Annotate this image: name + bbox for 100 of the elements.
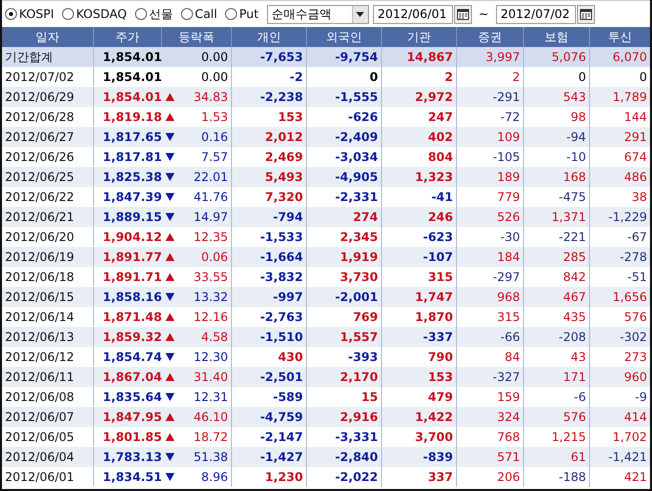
table-cell-text: 6,070 [612, 49, 648, 66]
table-cell: -1,427 [232, 447, 307, 467]
table-cell: 1,323 [382, 167, 457, 187]
table-cell-text: -67 [626, 229, 648, 246]
change-cell: 0.06 [178, 247, 232, 267]
price-cell-text: 1,847.39 [102, 189, 162, 206]
date-cell: 2012/06/12 [2, 347, 94, 366]
price-cell-text: 1,904.12 [102, 229, 162, 246]
change-cell: 8.96 [178, 467, 232, 487]
price-cell-text: 1,817.65 [102, 129, 162, 146]
date-cell: 2012/06/14 [2, 307, 94, 326]
metric-dropdown[interactable]: 순매수금액 [266, 4, 369, 24]
range-separator: ~ [478, 7, 489, 21]
date-cell: 2012/06/27 [2, 127, 94, 146]
radio-button[interactable]: KOSPI [5, 7, 54, 21]
radio-button[interactable]: Put [225, 7, 259, 21]
table-cell: -1,510 [232, 327, 307, 347]
table-cell: -94 [524, 127, 590, 147]
table-cell-text: 674 [623, 149, 648, 166]
table-cell: 171 [524, 367, 590, 387]
calendar-icon [580, 8, 592, 20]
table-cell: 576 [524, 407, 590, 427]
change-cell: 14.97 [178, 207, 232, 227]
date-cell: 2012/06/28 [2, 107, 94, 126]
radio-button[interactable]: 선물 [134, 6, 173, 22]
table-cell: 324 [457, 407, 524, 427]
date-cell: 2012/06/07 [2, 407, 94, 426]
date-cell: 2012/06/01 [2, 467, 94, 486]
table-cell: 189 [457, 167, 524, 187]
date-cell: 2012/06/29 [2, 87, 94, 106]
radio-button[interactable]: KOSDAQ [62, 7, 127, 21]
table-cell-text: 144 [623, 109, 648, 126]
table-cell: 109 [457, 127, 524, 147]
price-cell-text: 1,858.16 [102, 289, 162, 306]
table-cell: 5,076 [524, 47, 590, 67]
price-cell-text: 1,835.64 [102, 389, 162, 406]
date-cell: 2012/06/18 [2, 267, 94, 286]
dropdown-button[interactable] [352, 6, 368, 22]
date-field[interactable]: 2012/06/01 [372, 4, 453, 24]
radio-button[interactable]: Call [180, 7, 218, 21]
date-cell: 2012/06/05 [2, 427, 94, 446]
price-cell-text: 1,801.85 [102, 429, 162, 446]
table-cell: 467 [524, 287, 590, 307]
change-cell: 31.40 [178, 367, 232, 387]
table-cell: -337 [382, 327, 457, 347]
table-cell: -107 [382, 247, 457, 267]
table-cell: -4,905 [307, 167, 382, 187]
date-cell: 2012/06/04 [2, 447, 94, 466]
price-cell-text: 1,817.81 [102, 149, 162, 166]
table-cell: -327 [457, 367, 524, 387]
price-cell-text: 1,847.95 [102, 409, 162, 426]
table-cell: 1,557 [307, 327, 382, 347]
price-cell-text: 1,825.38 [102, 169, 162, 186]
date-cell: 2012/06/21 [2, 207, 94, 226]
table-cell: 184 [457, 247, 524, 267]
date-cell: 2012/06/20 [2, 227, 94, 246]
date-cell: 2012/06/26 [2, 147, 94, 166]
table-cell: 2,170 [307, 367, 382, 387]
table-cell-text: -1,229 [607, 209, 648, 226]
table-cell: 5,493 [232, 167, 307, 187]
change-cell: 4.58 [178, 327, 232, 347]
table-cell: -9,754 [307, 47, 382, 67]
calendar-button[interactable] [454, 4, 472, 24]
price-cell-text: 1,854.01 [102, 69, 162, 86]
table-cell: 2,916 [307, 407, 382, 427]
date-cell: 2012/06/13 [2, 327, 94, 346]
calendar-button[interactable] [576, 4, 595, 24]
table-cell: 14,867 [382, 47, 457, 67]
date-field[interactable]: 2012/07/02 [496, 4, 576, 24]
table-cell: -839 [382, 447, 457, 467]
table-cell: -208 [524, 327, 590, 347]
table-cell: 543 [524, 87, 590, 107]
table-cell: 1,422 [382, 407, 457, 427]
table-cell-text: 0 [638, 69, 648, 86]
table-cell: 3,997 [457, 47, 524, 67]
column-header[interactable]: 투신 [590, 27, 650, 47]
price-cell-text: 1,783.13 [102, 449, 162, 466]
date-cell: 2012/06/22 [2, 187, 94, 206]
caret-icon [356, 12, 364, 16]
table-cell-text: 273 [623, 349, 648, 366]
table-cell: -1,555 [307, 87, 382, 107]
date-cell: 2012/06/08 [2, 387, 94, 406]
table-cell-text: -278 [618, 249, 648, 266]
table-cell: -2,238 [232, 87, 307, 107]
change-cell: 51.38 [178, 447, 232, 467]
date-cell: 2012/06/15 [2, 287, 94, 306]
change-cell: 46.10 [178, 407, 232, 427]
table-cell: -291 [457, 87, 524, 107]
price-cell-text: 1,834.51 [102, 469, 162, 486]
table-cell: -4,759 [232, 407, 307, 427]
change-cell: 34.83 [178, 87, 232, 107]
table-cell: -188 [524, 467, 590, 487]
table-cell: 1,747 [382, 287, 457, 307]
table-cell: 2,972 [382, 87, 457, 107]
table-cell: 1,371 [524, 207, 590, 227]
table-cell: 337 [382, 467, 457, 487]
table-cell-text: 486 [623, 169, 648, 186]
change-cell: 13.32 [178, 287, 232, 307]
date-cell: 2012/06/19 [2, 247, 94, 266]
price-cell-text: 1,891.71 [102, 269, 162, 286]
